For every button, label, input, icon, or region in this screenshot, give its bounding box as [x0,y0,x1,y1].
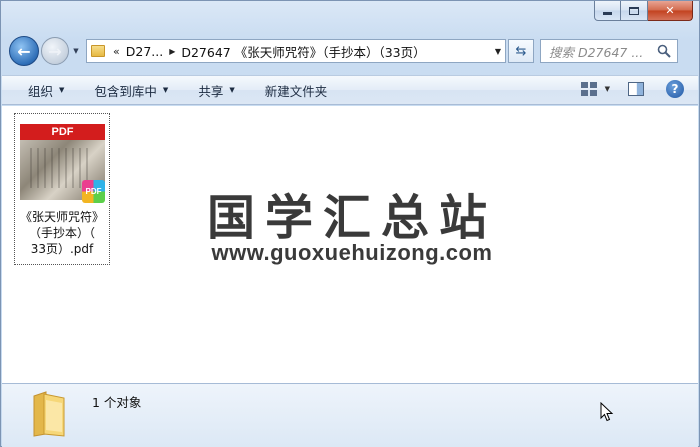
item-count: 1 个对象 [92,395,142,410]
breadcrumb-current[interactable]: D27647 《张天师咒符》（手抄本）（33页） [181,42,425,61]
minimize-icon [603,12,612,15]
include-in-library-menu[interactable]: 包含到库中 ▼ [94,81,168,100]
command-bar: 组织 ▼ 包含到库中 ▼ 共享 ▼ 新建文件夹 ▼ ? [2,75,698,105]
organize-menu[interactable]: 组织 ▼ [28,81,64,100]
share-label: 共享 [198,83,224,99]
recent-pages-dropdown[interactable]: ▼ [70,44,82,58]
maximize-icon [629,6,639,15]
close-icon: ✕ [665,4,675,17]
back-button[interactable]: ← [9,36,39,66]
watermark-title: 国学汇总站 [206,190,497,246]
explorer-window: ✕ ← → ▼ « D27... ▶ D27647 《张天师咒符》（手抄本）（3… [0,0,700,447]
preview-pane-icon[interactable] [628,82,644,96]
thumbnail-pdf-label: PDF [20,124,105,140]
address-dropdown-icon[interactable]: ▼ [495,47,501,56]
search-placeholder: 搜索 D27647 ... [549,44,644,60]
chevron-down-icon: ▼ [73,47,79,55]
breadcrumb-separator-icon[interactable]: ▶ [169,47,175,56]
forward-arrow-icon: → [48,41,62,61]
forward-button[interactable]: → [41,37,69,65]
chevron-down-icon: ▼ [162,86,169,94]
watermark-url: www.guoxuehuizong.com [211,240,493,265]
view-controls: ▼ ? [580,80,684,98]
search-icon[interactable] [657,44,671,58]
mouse-cursor-icon [600,402,614,422]
caption-buttons: ✕ [594,1,693,21]
address-bar[interactable]: « D27... ▶ D27647 《张天师咒符》（手抄本）（33页） ▼ [86,39,506,63]
breadcrumb-parent[interactable]: D27... [126,44,163,59]
new-folder-button[interactable]: 新建文件夹 [265,81,328,100]
new-folder-label: 新建文件夹 [264,83,328,99]
folder-icon [33,391,65,437]
folder-icon [91,45,105,57]
navigation-bar: ← → ▼ « D27... ▶ D27647 《张天师咒符》（手抄本）（33页… [9,36,691,66]
maximize-button[interactable] [621,1,648,21]
file-list-area[interactable]: PDF PDF 《张天师咒符》 （手抄本）（ 33页）.pdf 国学汇总站 ww… [2,106,698,383]
organize-label: 组织 [28,83,54,99]
help-icon[interactable]: ? [666,80,684,98]
overflow-chevron-icon[interactable]: « [113,45,120,58]
back-arrow-icon: ← [17,41,31,61]
change-view-icon[interactable] [580,82,597,96]
include-in-library-label: 包含到库中 [94,83,157,99]
refresh-button[interactable]: ⇆ [508,39,534,63]
minimize-button[interactable] [594,1,621,21]
chevron-down-icon: ▼ [59,86,65,94]
search-input[interactable]: 搜索 D27647 ... [540,39,678,63]
details-pane: 1 个对象 [2,383,698,447]
share-menu[interactable]: 共享 ▼ [198,81,234,100]
chevron-down-icon: ▼ [229,86,235,94]
refresh-icon: ⇆ [515,43,527,59]
view-options-dropdown-icon[interactable]: ▼ [605,85,610,93]
close-button[interactable]: ✕ [648,1,693,21]
